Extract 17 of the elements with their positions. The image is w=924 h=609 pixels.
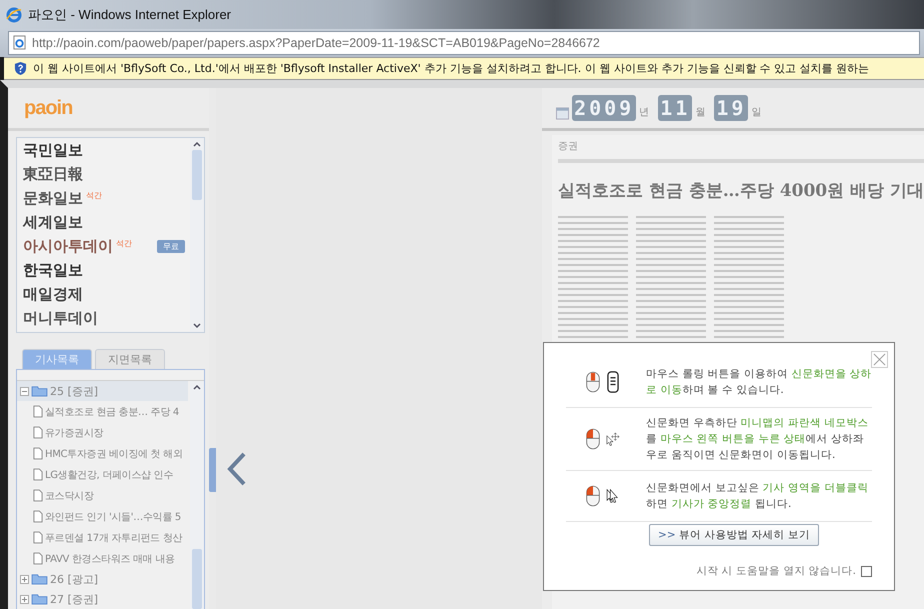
dont-show-label: 시작 시 도움말을 열지 않습니다.	[696, 564, 856, 578]
month-number: 11	[658, 95, 692, 121]
evening-label: 석간	[116, 238, 132, 249]
headline: 실적호조로 현금 충분…주당 4000원 배당 기대	[558, 180, 924, 202]
day-number: 19	[714, 95, 748, 121]
month-unit: 월	[695, 106, 706, 119]
year-unit: 년	[639, 106, 650, 119]
info-bar-text: 이 웹 사이트에서 'BflySoft Co., Ltd.'에서 배포한 'Bflysoft Installer ActiveX' 추가 기능을 설치하려고 합니다. 이 웹 사이트와 추가 기능을 신뢰할 수 있고 설치를 원하는	[33, 60, 870, 76]
year-number: 2009	[572, 95, 636, 121]
help-text: 마우스 롤링 버튼을 이용하여 신문화면을 상하로 이동하며 볼 수 있습니다.	[646, 367, 872, 398]
day-unit: 일	[751, 106, 762, 119]
free-tag: 무료	[157, 240, 185, 252]
help-text: 신문화면에서 보고싶은 기사 영역을 더블클릭 하면 기사가 중앙정렬 됩니다.	[646, 481, 870, 512]
evening-label: 석간	[86, 190, 102, 201]
help-text: 신문화면 우측하단 미니맵의 파란색 네모박스를 마우스 왼쪽 버튼을 누른 상태에서 상하좌우로 움직이면 신문화면이 이동됩니다.	[646, 416, 870, 463]
section-title: 증권	[558, 139, 924, 163]
window-title: 파오인 - Windows Internet Explorer	[28, 6, 232, 24]
